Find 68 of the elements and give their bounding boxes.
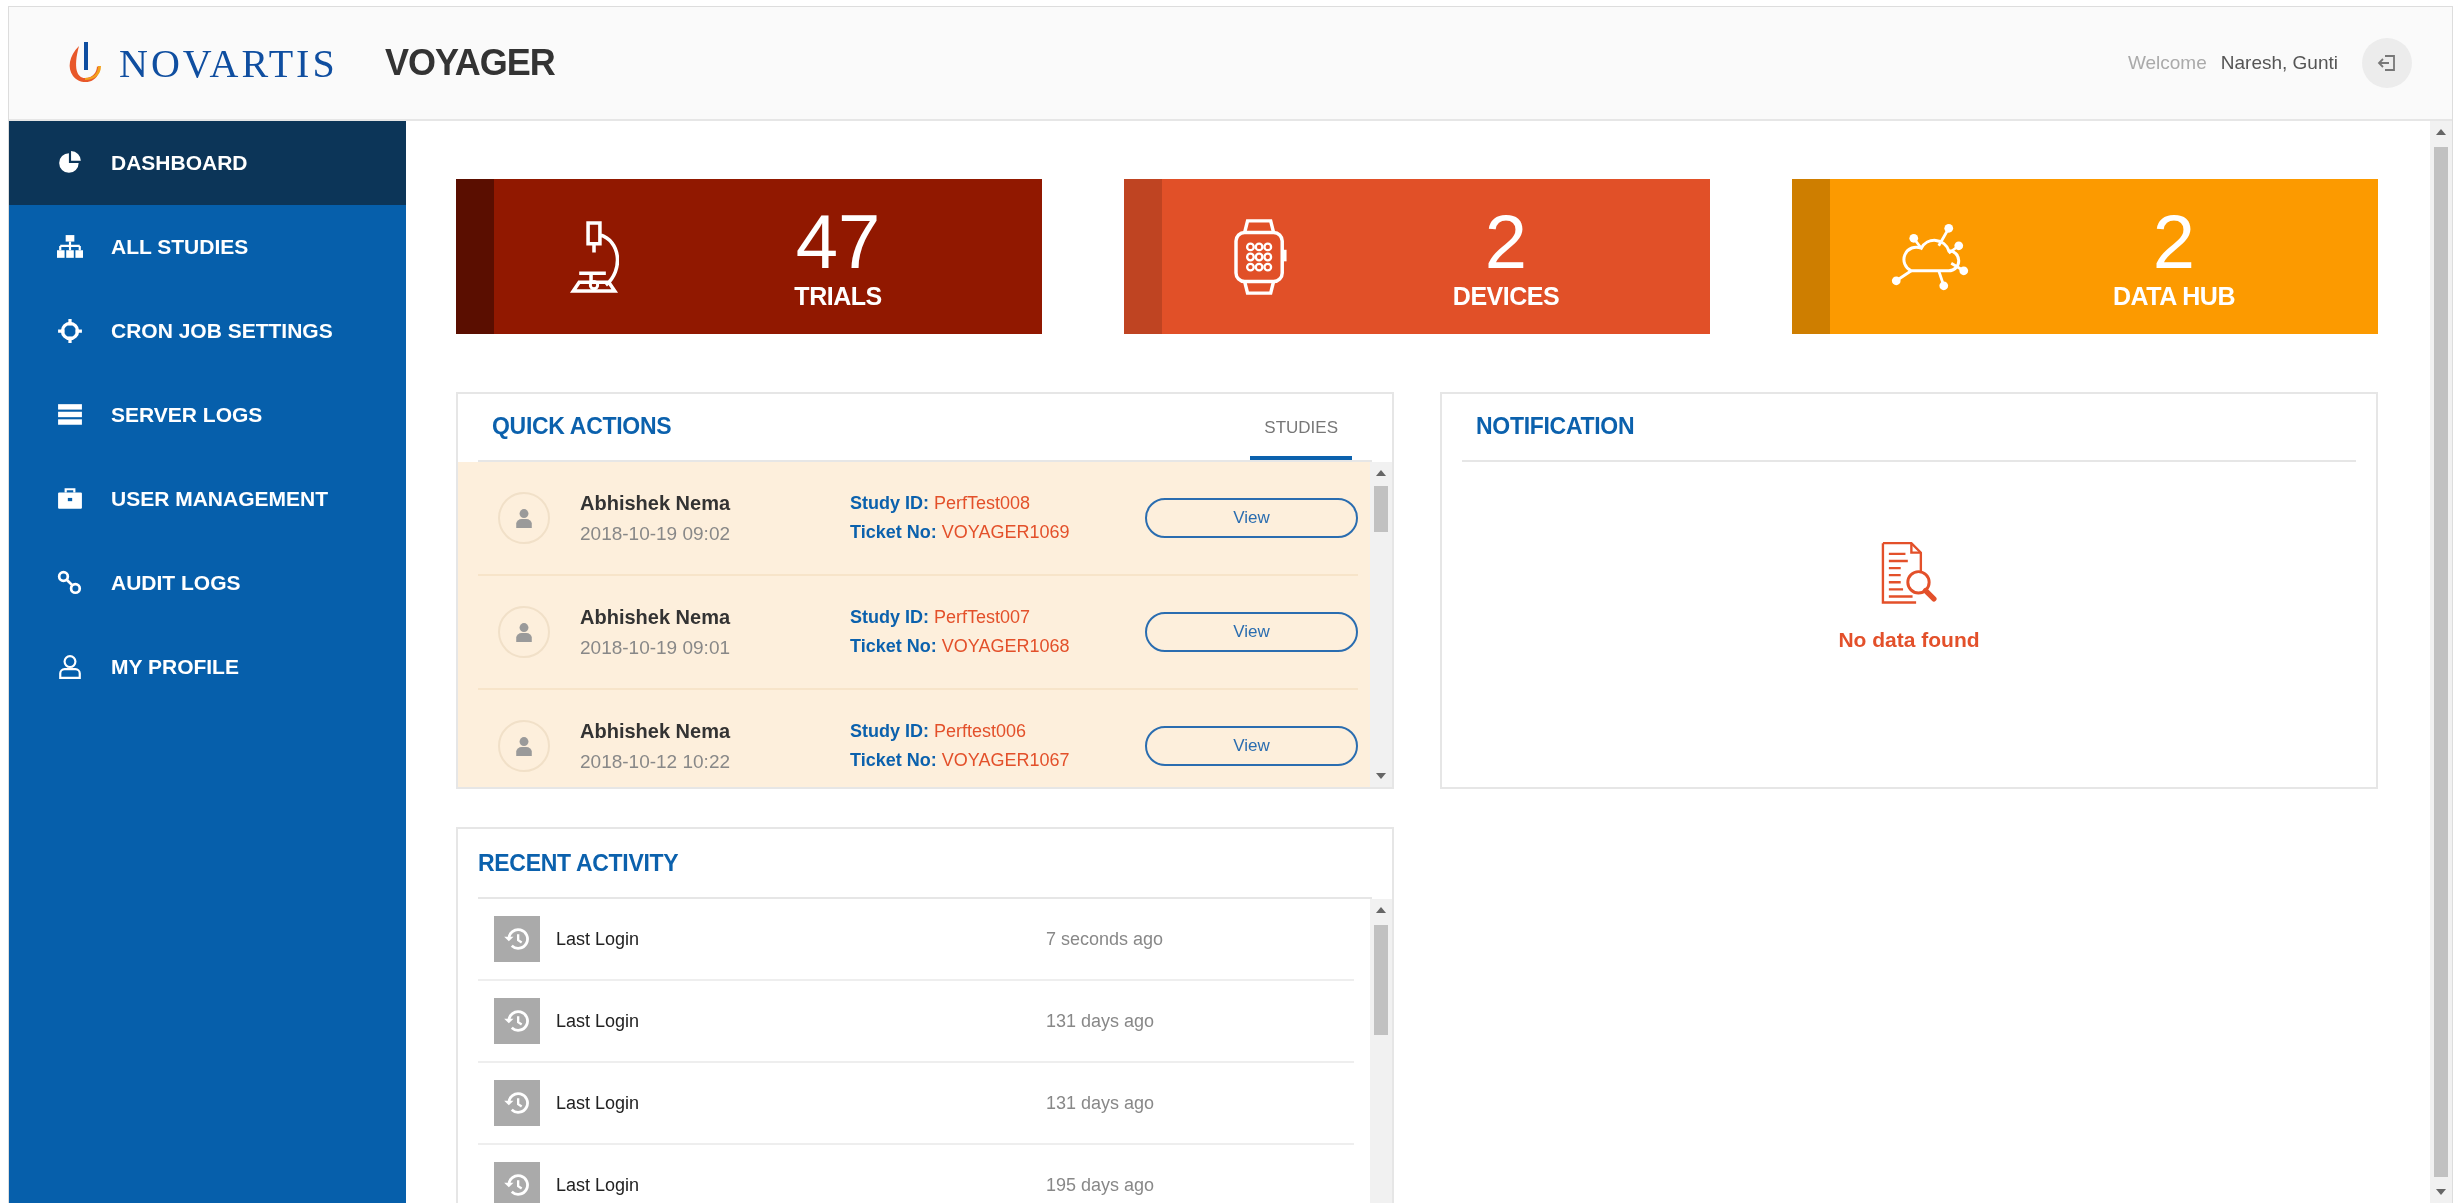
scrollbar[interactable]	[1370, 462, 1392, 787]
activity-label: Last Login	[556, 1174, 641, 1196]
pie-chart-icon	[57, 150, 83, 176]
sidebar-item[interactable]: USER MANAGEMENT	[9, 457, 406, 541]
ticket-label: Ticket No:	[850, 750, 937, 770]
person-icon	[515, 508, 533, 528]
sidebar-item[interactable]: AUDIT LOGS	[9, 541, 406, 625]
study-id-label: Study ID:	[850, 493, 929, 513]
activity-time: 7 seconds ago	[1046, 928, 1164, 950]
panel-title: NOTIFICATION	[1475, 413, 1635, 441]
activity-label: Last Login	[556, 1092, 641, 1114]
activity-time: 195 days ago	[1046, 1174, 1155, 1196]
person-icon	[515, 736, 533, 756]
study-id: PerfTest007	[934, 607, 1031, 627]
person-icon	[515, 622, 533, 642]
panel-title: QUICK ACTIONS	[491, 413, 672, 441]
history-icon	[494, 1080, 540, 1126]
user-icon	[57, 654, 83, 680]
link-icon	[57, 570, 83, 596]
sidebar-item[interactable]: SERVER LOGS	[9, 373, 406, 457]
study-id-label: Study ID:	[850, 721, 929, 741]
logo-text: NOVARTIS	[119, 39, 338, 87]
stat-label: DATA HUB	[2113, 282, 2235, 311]
server-icon	[57, 402, 83, 428]
study-id: PerfTest008	[934, 493, 1031, 513]
sidebar-item[interactable]: DASHBOARD	[9, 121, 406, 205]
view-button[interactable]: View	[1145, 726, 1358, 766]
logout-button[interactable]	[2362, 38, 2412, 88]
microscope-icon	[569, 219, 619, 294]
welcome-label: Welcome	[2127, 52, 2207, 74]
study-id-label: Study ID:	[850, 607, 929, 627]
history-icon	[494, 916, 540, 962]
ticket-label: Ticket No:	[850, 522, 937, 542]
activity-time: 131 days ago	[1046, 1010, 1155, 1032]
activity-label: Last Login	[556, 1010, 641, 1032]
request-time: 2018-10-19 09:02	[580, 522, 731, 545]
user-name: Naresh, Gunti	[2220, 52, 2338, 74]
requester-name: Abhishek Nema	[580, 491, 732, 515]
request-time: 2018-10-12 10:22	[580, 750, 731, 773]
view-button[interactable]: View	[1145, 612, 1358, 652]
study-id: Perftest006	[934, 721, 1027, 741]
logout-icon	[2376, 52, 2398, 74]
app-title: VOYAGER	[385, 42, 555, 84]
sidebar-item[interactable]: ALL STUDIES	[9, 205, 406, 289]
stat-label: DEVICES	[1452, 282, 1560, 311]
stat-value: 47	[795, 202, 881, 282]
sidebar-item[interactable]: CRON JOB SETTINGS	[9, 289, 406, 373]
ticket-number: VOYAGER1068	[941, 636, 1070, 656]
briefcase-icon	[57, 486, 83, 512]
ticket-number: VOYAGER1069	[941, 522, 1070, 542]
history-icon	[494, 998, 540, 1044]
stat-value: 2	[2152, 202, 2196, 282]
request-time: 2018-10-19 09:01	[580, 636, 731, 659]
panel-title: RECENT ACTIVITY	[478, 850, 679, 878]
hierarchy-icon	[57, 234, 83, 260]
stat-label: TRIALS	[794, 282, 882, 311]
activity-time: 131 days ago	[1046, 1092, 1155, 1114]
scrollbar[interactable]	[1370, 899, 1392, 1203]
ticket-number: VOYAGER1067	[941, 750, 1070, 770]
requester-name: Abhishek Nema	[580, 605, 732, 629]
crosshair-icon	[57, 318, 83, 344]
requester-name: Abhishek Nema	[580, 719, 732, 743]
stat-value: 2	[1484, 202, 1528, 282]
activity-label: Last Login	[556, 928, 641, 950]
sidebar-item[interactable]: MY PROFILE	[9, 625, 406, 709]
empty-message: No data found	[1838, 628, 1980, 652]
ticket-label: Ticket No:	[850, 636, 937, 656]
view-button[interactable]: View	[1145, 498, 1358, 538]
